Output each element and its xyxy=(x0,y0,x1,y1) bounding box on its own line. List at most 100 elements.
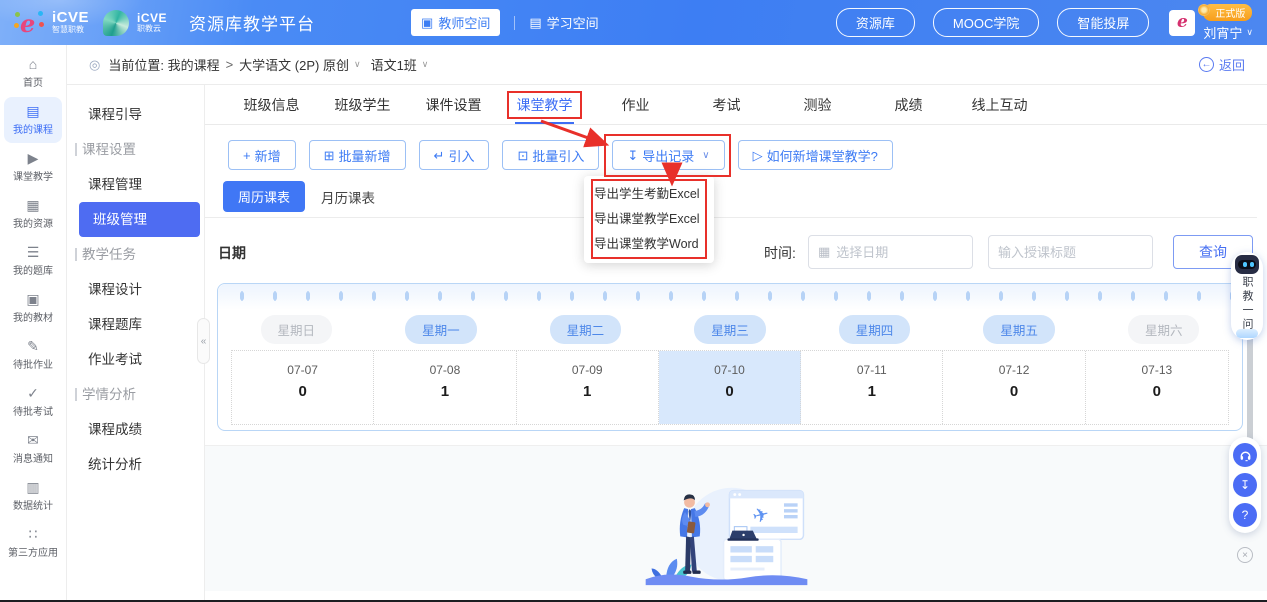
date-picker-field[interactable]: ▦ xyxy=(808,235,973,269)
submenu-homework-exam[interactable]: 作业考试 xyxy=(67,342,204,377)
submenu-group-teaching-tasks: 教学任务 xyxy=(67,237,204,272)
collapse-sidebar-handle[interactable]: « xyxy=(197,318,210,364)
textbook-icon: ▣ xyxy=(26,292,39,306)
tab-classroom-teaching[interactable]: 课堂教学 xyxy=(499,85,590,124)
learning-space-icon: ▤ xyxy=(529,15,541,31)
sidebar-item-third-party[interactable]: ∷ 第三方应用 xyxy=(4,520,62,566)
mooc-academy-button[interactable]: MOOC学院 xyxy=(933,8,1039,37)
back-button[interactable]: ← 返回 xyxy=(1199,55,1245,74)
batch-import-button[interactable]: ⊡ 批量引入 xyxy=(502,140,599,170)
tab-exam[interactable]: 考试 xyxy=(681,85,772,124)
submenu-course-design[interactable]: 课程设计 xyxy=(67,272,204,307)
tab-online-interaction[interactable]: 线上互动 xyxy=(954,85,1045,124)
import-icon: ↵ xyxy=(434,149,445,162)
download-icon: ↧ xyxy=(1240,478,1250,492)
user-area: e 正式版 刘宵宁 ∨ xyxy=(1169,4,1253,42)
breadcrumb-course[interactable]: 大学语文 (2P) 原创 xyxy=(239,55,349,74)
menu-item-export-teaching-word[interactable]: 导出课堂教学Word xyxy=(584,232,714,257)
menu-item-export-teaching-excel[interactable]: 导出课堂教学Excel xyxy=(584,207,714,232)
tab-class-students[interactable]: 班级学生 xyxy=(317,85,408,124)
date-cell[interactable]: 07-09 1 xyxy=(517,351,659,424)
class-tabs: 班级信息 班级学生 课件设置 课堂教学 作业 考试 测验 成绩 线上互动 xyxy=(205,85,1267,125)
weekday-thursday[interactable]: 星期四 xyxy=(839,315,911,344)
sidebar-item-pending-homework[interactable]: ✎ 待批作业 xyxy=(4,332,62,378)
menu-item-export-attendance-excel[interactable]: 导出学生考勤Excel xyxy=(584,182,714,207)
brand-area: e iCVE 智慧职教 iCVE 职教云 资源库教学平台 xyxy=(14,8,315,38)
back-arrow-icon: ← xyxy=(1199,57,1214,72)
breadcrumb-class[interactable]: 语文1班 xyxy=(371,55,417,74)
weekday-sunday[interactable]: 星期日 xyxy=(261,315,333,344)
month-view-tab[interactable]: 月历课表 xyxy=(321,187,375,207)
user-menu[interactable]: 刘宵宁 ∨ xyxy=(1203,23,1253,42)
how-to-add-help-button[interactable]: ▷ 如何新增课堂教学? xyxy=(738,140,893,170)
submenu-course-question-bank[interactable]: 课程题库 xyxy=(67,307,204,342)
icon-sidebar: ⌂ 首页 ▤ 我的课程 ▶ 课堂教学 ▦ 我的资源 ☰ 我的题库 ▣ 我的教材 … xyxy=(0,45,67,602)
tab-class-info[interactable]: 班级信息 xyxy=(226,85,317,124)
teacher-space-label: 教师空间 xyxy=(438,13,490,32)
cloud-decoration xyxy=(1236,329,1258,338)
submenu-class-management[interactable]: 班级管理 xyxy=(79,202,200,237)
export-dropdown-menu: 导出学生考勤Excel 导出课堂教学Excel 导出课堂教学Word xyxy=(584,176,714,263)
avatar[interactable]: e xyxy=(1169,10,1195,36)
sidebar-item-my-resources[interactable]: ▦ 我的资源 xyxy=(4,191,62,237)
library-icon: ▦ xyxy=(26,198,39,212)
sidebar-item-home[interactable]: ⌂ 首页 xyxy=(4,50,62,96)
calendar-view-tabs: 周历课表 月历课表 xyxy=(223,181,375,212)
date-cell-selected[interactable]: 07-10 0 xyxy=(659,351,801,424)
learning-space-link[interactable]: ▤ 学习空间 xyxy=(529,13,598,32)
download-button[interactable]: ↧ xyxy=(1233,473,1257,497)
filter-row: 日期 时间: ▦ 查询 xyxy=(218,235,1257,269)
weekday-friday[interactable]: 星期五 xyxy=(983,315,1055,344)
submenu-course-guide[interactable]: 课程引导 xyxy=(67,97,204,132)
weekday-wednesday[interactable]: 星期三 xyxy=(694,315,766,344)
lesson-title-field[interactable] xyxy=(988,235,1153,269)
batch-add-button[interactable]: ⊞ 批量新增 xyxy=(309,140,406,170)
sidebar-item-question-bank[interactable]: ☰ 我的题库 xyxy=(4,238,62,284)
assistant-widget[interactable]: 职教一问 xyxy=(1231,252,1263,340)
add-button[interactable]: + 新增 xyxy=(228,140,296,170)
chevron-down-icon[interactable]: ∨ xyxy=(422,59,429,70)
resource-library-button[interactable]: 资源库 xyxy=(836,8,915,37)
headset-icon xyxy=(1239,449,1252,462)
medal-icon xyxy=(1198,4,1210,16)
user-name: 刘宵宁 xyxy=(1203,23,1242,42)
sidebar-item-statistics[interactable]: ▥ 数据统计 xyxy=(4,473,62,519)
date-cell[interactable]: 07-13 0 xyxy=(1086,351,1228,424)
batch-import-icon: ⊡ xyxy=(517,149,528,162)
tab-courseware-settings[interactable]: 课件设置 xyxy=(408,85,499,124)
icve-zhijiaoyun-logo: iCVE 职教云 xyxy=(137,12,167,33)
lesson-title-input[interactable] xyxy=(998,245,1143,260)
date-cell[interactable]: 07-07 0 xyxy=(232,351,374,424)
submenu-course-grades[interactable]: 课程成绩 xyxy=(67,412,204,447)
smart-casting-button[interactable]: 智能投屏 xyxy=(1057,8,1149,37)
sidebar-item-pending-exams[interactable]: ✓ 待批考试 xyxy=(4,379,62,425)
import-button[interactable]: ↵ 引入 xyxy=(419,140,490,170)
help-button[interactable]: ? xyxy=(1233,503,1257,527)
back-label: 返回 xyxy=(1219,55,1245,74)
tab-quiz[interactable]: 测验 xyxy=(772,85,863,124)
submenu-statistical-analysis[interactable]: 统计分析 xyxy=(67,447,204,482)
chevron-down-icon[interactable]: ∨ xyxy=(354,59,361,70)
weekday-monday[interactable]: 星期一 xyxy=(405,315,477,344)
floating-action-pill: ↧ ? xyxy=(1229,437,1261,533)
date-cell[interactable]: 07-11 1 xyxy=(801,351,943,424)
export-records-button[interactable]: ↧ 导出记录 ∨ xyxy=(612,140,724,170)
sidebar-item-textbooks[interactable]: ▣ 我的教材 xyxy=(4,285,62,331)
tab-homework[interactable]: 作业 xyxy=(590,85,681,124)
sidebar-item-classroom-teaching[interactable]: ▶ 课堂教学 xyxy=(4,144,62,190)
date-picker-input[interactable] xyxy=(836,245,963,260)
sidebar-item-messages[interactable]: ✉ 消息通知 xyxy=(4,426,62,472)
sidebar-item-my-courses[interactable]: ▤ 我的课程 xyxy=(4,97,62,143)
date-cell[interactable]: 07-08 1 xyxy=(374,351,516,424)
submenu-course-management[interactable]: 课程管理 xyxy=(67,167,204,202)
customer-service-button[interactable] xyxy=(1233,443,1257,467)
weekday-saturday[interactable]: 星期六 xyxy=(1128,315,1200,344)
teacher-space-button[interactable]: ▣ 教师空间 xyxy=(411,9,500,36)
close-widget-button[interactable]: × xyxy=(1237,547,1253,563)
date-cell[interactable]: 07-12 0 xyxy=(943,351,1085,424)
tab-grades[interactable]: 成绩 xyxy=(863,85,954,124)
location-icon: ◎ xyxy=(89,57,100,73)
date-label: 日期 xyxy=(218,243,246,263)
weekday-tuesday[interactable]: 星期二 xyxy=(550,315,622,344)
week-view-tab[interactable]: 周历课表 xyxy=(223,181,305,212)
